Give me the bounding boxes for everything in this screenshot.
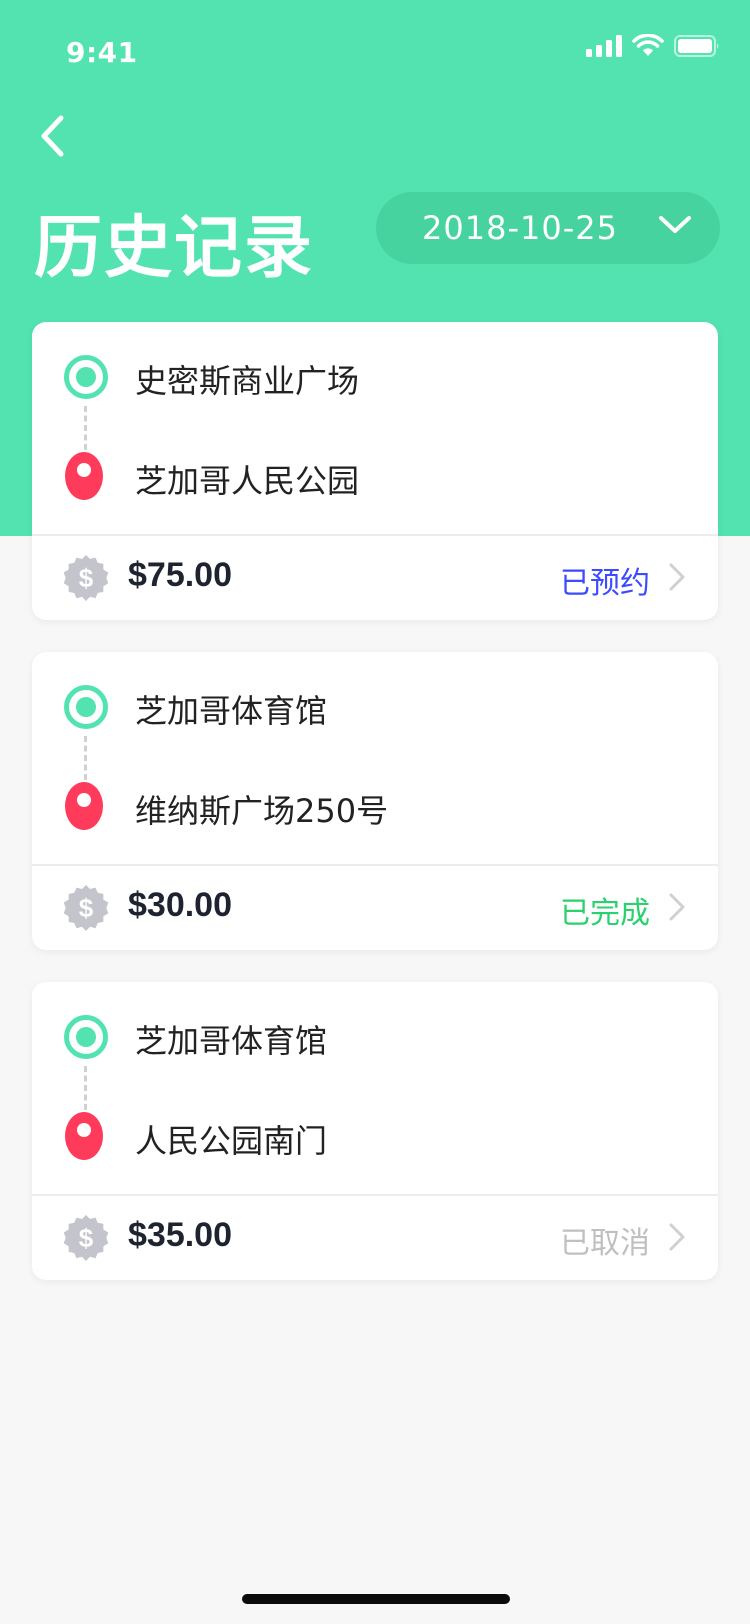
date-picker-value: 2018-10-25: [422, 209, 618, 247]
origin-text: 史密斯商业广场: [135, 362, 360, 400]
price-text: $30.00: [128, 886, 232, 924]
dollar-coin-icon: $: [63, 885, 109, 931]
price-text: $75.00: [128, 556, 232, 594]
status-bar: 9:41: [0, 0, 750, 96]
origin-text: 芝加哥体育馆: [135, 1022, 328, 1060]
status-label: 已取消: [560, 1226, 650, 1261]
origin-marker-icon: [64, 355, 108, 399]
origin-marker-icon: [64, 685, 108, 729]
route-section: 史密斯商业广场 芝加哥人民公园: [32, 322, 718, 534]
destination-text: 人民公园南门: [135, 1122, 328, 1160]
battery-icon: [674, 35, 719, 57]
chevron-left-icon: [41, 115, 64, 157]
route-dash-line: [84, 406, 87, 450]
route-dash-line: [84, 1066, 87, 1110]
status-label: 已完成: [560, 896, 650, 931]
chevron-down-icon: [659, 216, 691, 233]
chevron-right-icon: [669, 1223, 685, 1251]
home-indicator[interactable]: [242, 1594, 510, 1604]
destination-text: 芝加哥人民公园: [135, 462, 360, 500]
chevron-right-icon: [669, 893, 685, 921]
order-footer[interactable]: $ $35.00 已取消: [32, 1196, 718, 1280]
back-button[interactable]: [26, 108, 78, 164]
route-section: 芝加哥体育馆 维纳斯广场250号: [32, 652, 718, 864]
order-footer[interactable]: $ $30.00 已完成: [32, 866, 718, 950]
date-picker[interactable]: 2018-10-25: [376, 192, 720, 264]
svg-text:$: $: [79, 1223, 94, 1253]
svg-text:$: $: [79, 563, 94, 593]
order-footer[interactable]: $ $75.00 已预约: [32, 536, 718, 620]
wifi-icon: [632, 34, 664, 56]
destination-pin-icon: [65, 1112, 103, 1160]
signal-icon: [586, 35, 622, 57]
order-card[interactable]: 芝加哥体育馆 人民公园南门 $ $35.00 已取消: [32, 982, 718, 1280]
destination-text: 维纳斯广场250号: [135, 792, 389, 830]
destination-pin-icon: [65, 452, 103, 500]
status-time: 9:41: [66, 36, 138, 69]
dollar-coin-icon: $: [63, 555, 109, 601]
dollar-coin-icon: $: [63, 1215, 109, 1261]
order-card[interactable]: 芝加哥体育馆 维纳斯广场250号 $ $30.00 已完成: [32, 652, 718, 950]
route-section: 芝加哥体育馆 人民公园南门: [32, 982, 718, 1194]
origin-marker-icon: [64, 1015, 108, 1059]
status-icons: [586, 34, 720, 58]
destination-pin-icon: [65, 782, 103, 830]
route-dash-line: [84, 736, 87, 780]
price-text: $35.00: [128, 1216, 232, 1254]
svg-text:$: $: [79, 893, 94, 923]
status-label: 已预约: [560, 566, 650, 601]
origin-text: 芝加哥体育馆: [135, 692, 328, 730]
page-title: 历史记录: [34, 209, 315, 288]
order-card[interactable]: 史密斯商业广场 芝加哥人民公园 $ $75.00 已预约: [32, 322, 718, 620]
chevron-right-icon: [669, 563, 685, 591]
